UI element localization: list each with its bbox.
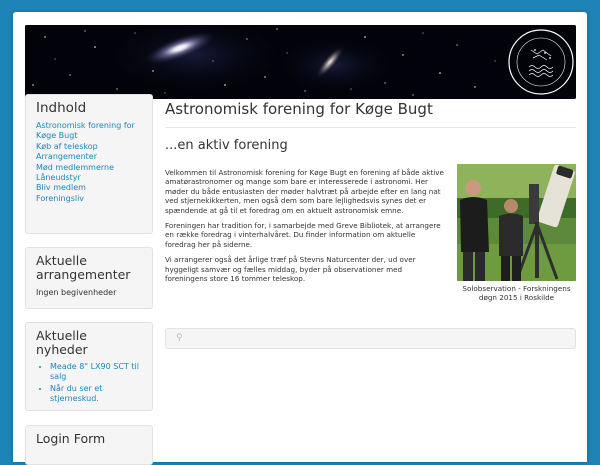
nav-link-join[interactable]: Bliv medlem (36, 183, 142, 193)
main-content: Astronomisk forening for Køge Bugt ...en… (165, 100, 576, 302)
article-paragraph: Vi arrangerer også det årlige træf på St… (165, 255, 416, 284)
page-subtitle: ...en aktiv forening (165, 138, 288, 153)
article-text: Velkommen til Astronomisk forening for K… (165, 168, 445, 283)
news-item: Meade 8" LX90 SCT til salg (50, 362, 142, 383)
sidebar-module-news: Aktuelle nyheder Meade 8" LX90 SCT til s… (25, 322, 153, 411)
article-paragraph: Velkommen til Astronomisk forening for K… (165, 168, 444, 215)
news-link-meade[interactable]: Meade 8" LX90 SCT til salg (50, 362, 139, 381)
news-link-shooting-star[interactable]: Når du ser et stjerneskud. (50, 384, 102, 403)
nav-item-buy-telescope: Køb af teleskop (36, 142, 142, 152)
contents-nav-list: Astronomisk forening for Køge Bugt Køb a… (36, 121, 142, 204)
no-events-text: Ingen begivenheder (36, 288, 117, 297)
galaxy-banner-image (25, 25, 576, 99)
module-title-events: Aktuelle arrangementer (36, 253, 131, 282)
nav-item-events: Arrangementer (36, 152, 142, 162)
news-list: Meade 8" LX90 SCT til salg Når du ser et… (36, 362, 142, 405)
map-pin-icon: ⚲ (176, 333, 183, 343)
module-title-login: Login Form (36, 431, 106, 446)
nav-link-events[interactable]: Arrangementer (36, 152, 142, 162)
article-paragraph: Foreningen har tradition for, i samarbej… (165, 221, 441, 249)
figure-caption: Solobservation - Forskningens døgn 2015 … (462, 284, 571, 303)
header-banner (25, 25, 576, 99)
nav-item-home: Astronomisk forening for Køge Bugt (36, 121, 142, 142)
nav-link-members[interactable]: Mød medlemmerne (36, 163, 142, 173)
sidebar-module-login: Login Form (25, 425, 153, 465)
news-item: Når du ser et stjerneskud. (50, 384, 142, 405)
article-body: Velkommen til Astronomisk forening for K… (165, 164, 576, 302)
module-title-news: Aktuelle nyheder (36, 328, 88, 357)
solar-observation-photo (457, 164, 576, 281)
nav-item-join: Bliv medlem (36, 183, 142, 193)
nav-item-club-life: Foreningsliv (36, 194, 142, 204)
nav-item-equipment: Låneudstyr (36, 173, 142, 183)
nav-link-home[interactable]: Astronomisk forening for Køge Bugt (36, 121, 142, 142)
nav-link-club-life[interactable]: Foreningsliv (36, 194, 142, 204)
sidebar-module-contents: Indhold Astronomisk forening for Køge Bu… (25, 94, 153, 234)
nav-link-buy-telescope[interactable]: Køb af teleskop (36, 142, 142, 152)
page-title: Astronomisk forening for Køge Bugt (165, 100, 576, 128)
article-figure: Solobservation - Forskningens døgn 2015 … (457, 164, 576, 302)
sidebar-module-events: Aktuelle arrangementer Ingen begivenhede… (25, 247, 153, 309)
nav-item-members: Mød medlemmerne (36, 163, 142, 173)
article-footer-well: ⚲ (165, 328, 576, 349)
nav-link-equipment[interactable]: Låneudstyr (36, 173, 142, 183)
module-title-contents: Indhold (36, 100, 87, 116)
